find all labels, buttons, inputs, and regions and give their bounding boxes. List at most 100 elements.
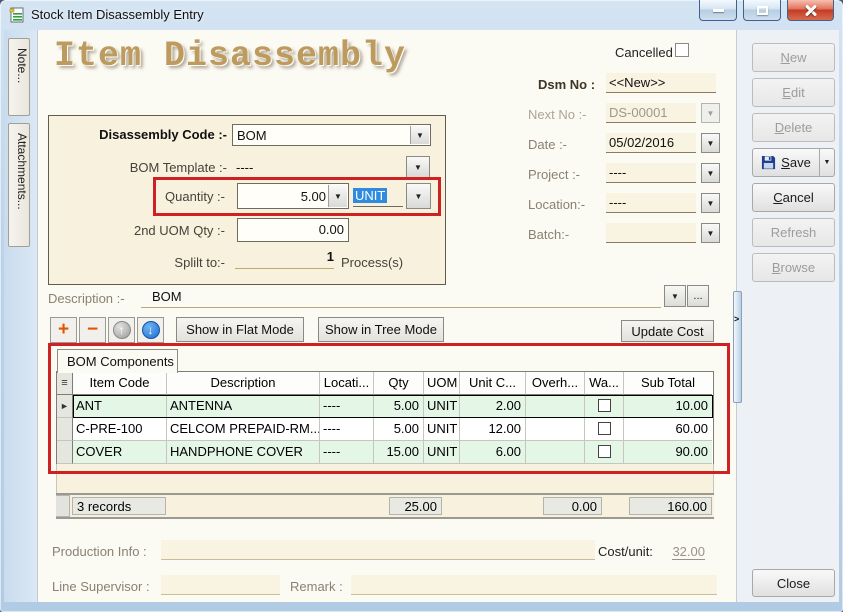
add-row-button[interactable]: +: [50, 317, 77, 343]
cell-uom[interactable]: UNIT: [424, 418, 460, 441]
cell-wastage: [585, 441, 624, 464]
move-up-button[interactable]: ↑: [108, 317, 135, 343]
grid-selector-header[interactable]: ≡: [57, 372, 73, 395]
save-options-dropdown[interactable]: ▼: [819, 149, 834, 176]
wastage-checkbox[interactable]: [598, 399, 611, 412]
cancel-button[interactable]: Cancel: [752, 183, 835, 212]
batch-label: Batch:-: [528, 227, 569, 242]
cell-uom[interactable]: UNIT: [424, 395, 460, 418]
date-dropdown[interactable]: ▼: [701, 133, 720, 153]
cell-item-code[interactable]: ANT: [73, 395, 167, 418]
cell-location[interactable]: ----: [320, 418, 374, 441]
line-supervisor-input[interactable]: [161, 575, 280, 595]
delete-button[interactable]: Delete: [752, 113, 835, 142]
edit-button[interactable]: Edit: [752, 78, 835, 107]
tab-note[interactable]: Note...: [8, 38, 30, 116]
date-label: Date :-: [528, 137, 567, 152]
disassembly-code-combo[interactable]: BOM ▼: [232, 124, 431, 146]
panel-splitter[interactable]: >: [733, 291, 742, 403]
wastage-checkbox[interactable]: [598, 445, 611, 458]
col-overhead[interactable]: Overh...: [526, 372, 585, 395]
location-dropdown[interactable]: ▼: [701, 193, 720, 213]
refresh-button[interactable]: Refresh: [752, 218, 835, 247]
col-item-code[interactable]: Item Code: [73, 372, 167, 395]
close-button[interactable]: Close: [752, 569, 835, 597]
description-more-button[interactable]: ...: [687, 285, 709, 307]
cell-item-code[interactable]: COVER: [73, 441, 167, 464]
cell-location[interactable]: ----: [320, 441, 374, 464]
project-field[interactable]: ----: [606, 163, 696, 183]
app-window: Stock Item Disassembly Entry Note... Att…: [0, 0, 843, 612]
maximize-button[interactable]: [743, 0, 781, 21]
uom-dropdown[interactable]: ▼: [406, 183, 431, 209]
show-flat-mode-button[interactable]: Show in Flat Mode: [176, 317, 304, 342]
cell-description[interactable]: ANTENNA: [167, 395, 320, 418]
table-row[interactable]: COVER HANDPHONE COVER ---- 15.00 UNIT 6.…: [57, 441, 713, 464]
col-uom[interactable]: UOM: [424, 372, 460, 395]
cancelled-label: Cancelled: [615, 45, 673, 60]
move-down-button[interactable]: ↓: [137, 317, 164, 343]
col-unit-cost[interactable]: Unit C...: [460, 372, 526, 395]
uom-field[interactable]: UNIT: [353, 186, 403, 207]
show-tree-mode-button[interactable]: Show in Tree Mode: [318, 317, 444, 342]
row-selector[interactable]: [57, 441, 73, 464]
action-button-column: New Edit Delete Save ▼ Cancel Refresh Br…: [737, 30, 839, 602]
cell-description[interactable]: CELCOM PREPAID-RM...: [167, 418, 320, 441]
col-sub-total[interactable]: Sub Total: [624, 372, 712, 395]
cell-item-code[interactable]: C-PRE-100: [73, 418, 167, 441]
title-bar[interactable]: Stock Item Disassembly Entry: [0, 0, 843, 30]
cell-overhead[interactable]: [526, 441, 585, 464]
table-row[interactable]: C-PRE-100 CELCOM PREPAID-RM... ---- 5.00…: [57, 418, 713, 441]
quantity-dropdown[interactable]: ▼: [328, 185, 347, 207]
quantity-combo[interactable]: 5.00 ▼: [237, 183, 349, 209]
browse-button[interactable]: Browse: [752, 253, 835, 282]
wastage-checkbox[interactable]: [598, 422, 611, 435]
description-dropdown[interactable]: ▼: [664, 285, 686, 307]
update-cost-button[interactable]: Update Cost: [621, 320, 714, 342]
split-to-value[interactable]: 1: [235, 249, 334, 269]
remove-row-button[interactable]: −: [79, 317, 106, 343]
bom-template-value[interactable]: ----: [236, 160, 253, 175]
dsm-no-field[interactable]: <<New>>: [606, 73, 716, 93]
col-location[interactable]: Locati...: [320, 372, 374, 395]
project-dropdown[interactable]: ▼: [701, 163, 720, 183]
maximize-icon: [757, 6, 768, 15]
cell-sub-total[interactable]: 10.00: [624, 395, 712, 418]
minimize-button[interactable]: [699, 0, 737, 21]
col-qty[interactable]: Qty: [374, 372, 424, 395]
row-selector[interactable]: [57, 418, 73, 441]
cell-uom[interactable]: UNIT: [424, 441, 460, 464]
cell-description[interactable]: HANDPHONE COVER: [167, 441, 320, 464]
tab-bom-components[interactable]: BOM Components: [57, 349, 178, 373]
date-field[interactable]: 05/02/2016: [606, 133, 696, 153]
cell-sub-total[interactable]: 60.00: [624, 418, 712, 441]
new-button[interactable]: New: [752, 43, 835, 72]
cell-qty[interactable]: 15.00: [374, 441, 424, 464]
save-button[interactable]: Save ▼: [752, 148, 835, 177]
batch-dropdown[interactable]: ▼: [701, 223, 720, 243]
cell-unit-cost[interactable]: 6.00: [460, 441, 526, 464]
col-description[interactable]: Description: [167, 372, 320, 395]
remark-input[interactable]: [351, 575, 717, 595]
cell-overhead[interactable]: [526, 395, 585, 418]
table-row[interactable]: ► ANT ANTENNA ---- 5.00 UNIT 2.00 10.00: [57, 395, 713, 418]
location-field[interactable]: ----: [606, 193, 696, 213]
cell-sub-total[interactable]: 90.00: [624, 441, 712, 464]
row-selector[interactable]: ►: [57, 395, 73, 418]
cancelled-checkbox[interactable]: [675, 43, 689, 57]
cell-overhead[interactable]: [526, 418, 585, 441]
batch-field[interactable]: [606, 223, 696, 243]
bom-template-dropdown[interactable]: ▼: [406, 156, 430, 178]
cell-unit-cost[interactable]: 2.00: [460, 395, 526, 418]
disassembly-code-dropdown[interactable]: ▼: [410, 126, 429, 144]
close-window-button[interactable]: [787, 0, 834, 21]
tab-attachments[interactable]: Attachments...: [8, 123, 30, 247]
cell-location[interactable]: ----: [320, 395, 374, 418]
description-field[interactable]: BOM: [141, 287, 661, 308]
production-info-input[interactable]: [161, 540, 595, 560]
second-uom-qty-input[interactable]: 0.00: [237, 218, 349, 242]
cell-unit-cost[interactable]: 12.00: [460, 418, 526, 441]
cell-qty[interactable]: 5.00: [374, 395, 424, 418]
cell-qty[interactable]: 5.00: [374, 418, 424, 441]
col-wastage[interactable]: Wa...: [585, 372, 624, 395]
